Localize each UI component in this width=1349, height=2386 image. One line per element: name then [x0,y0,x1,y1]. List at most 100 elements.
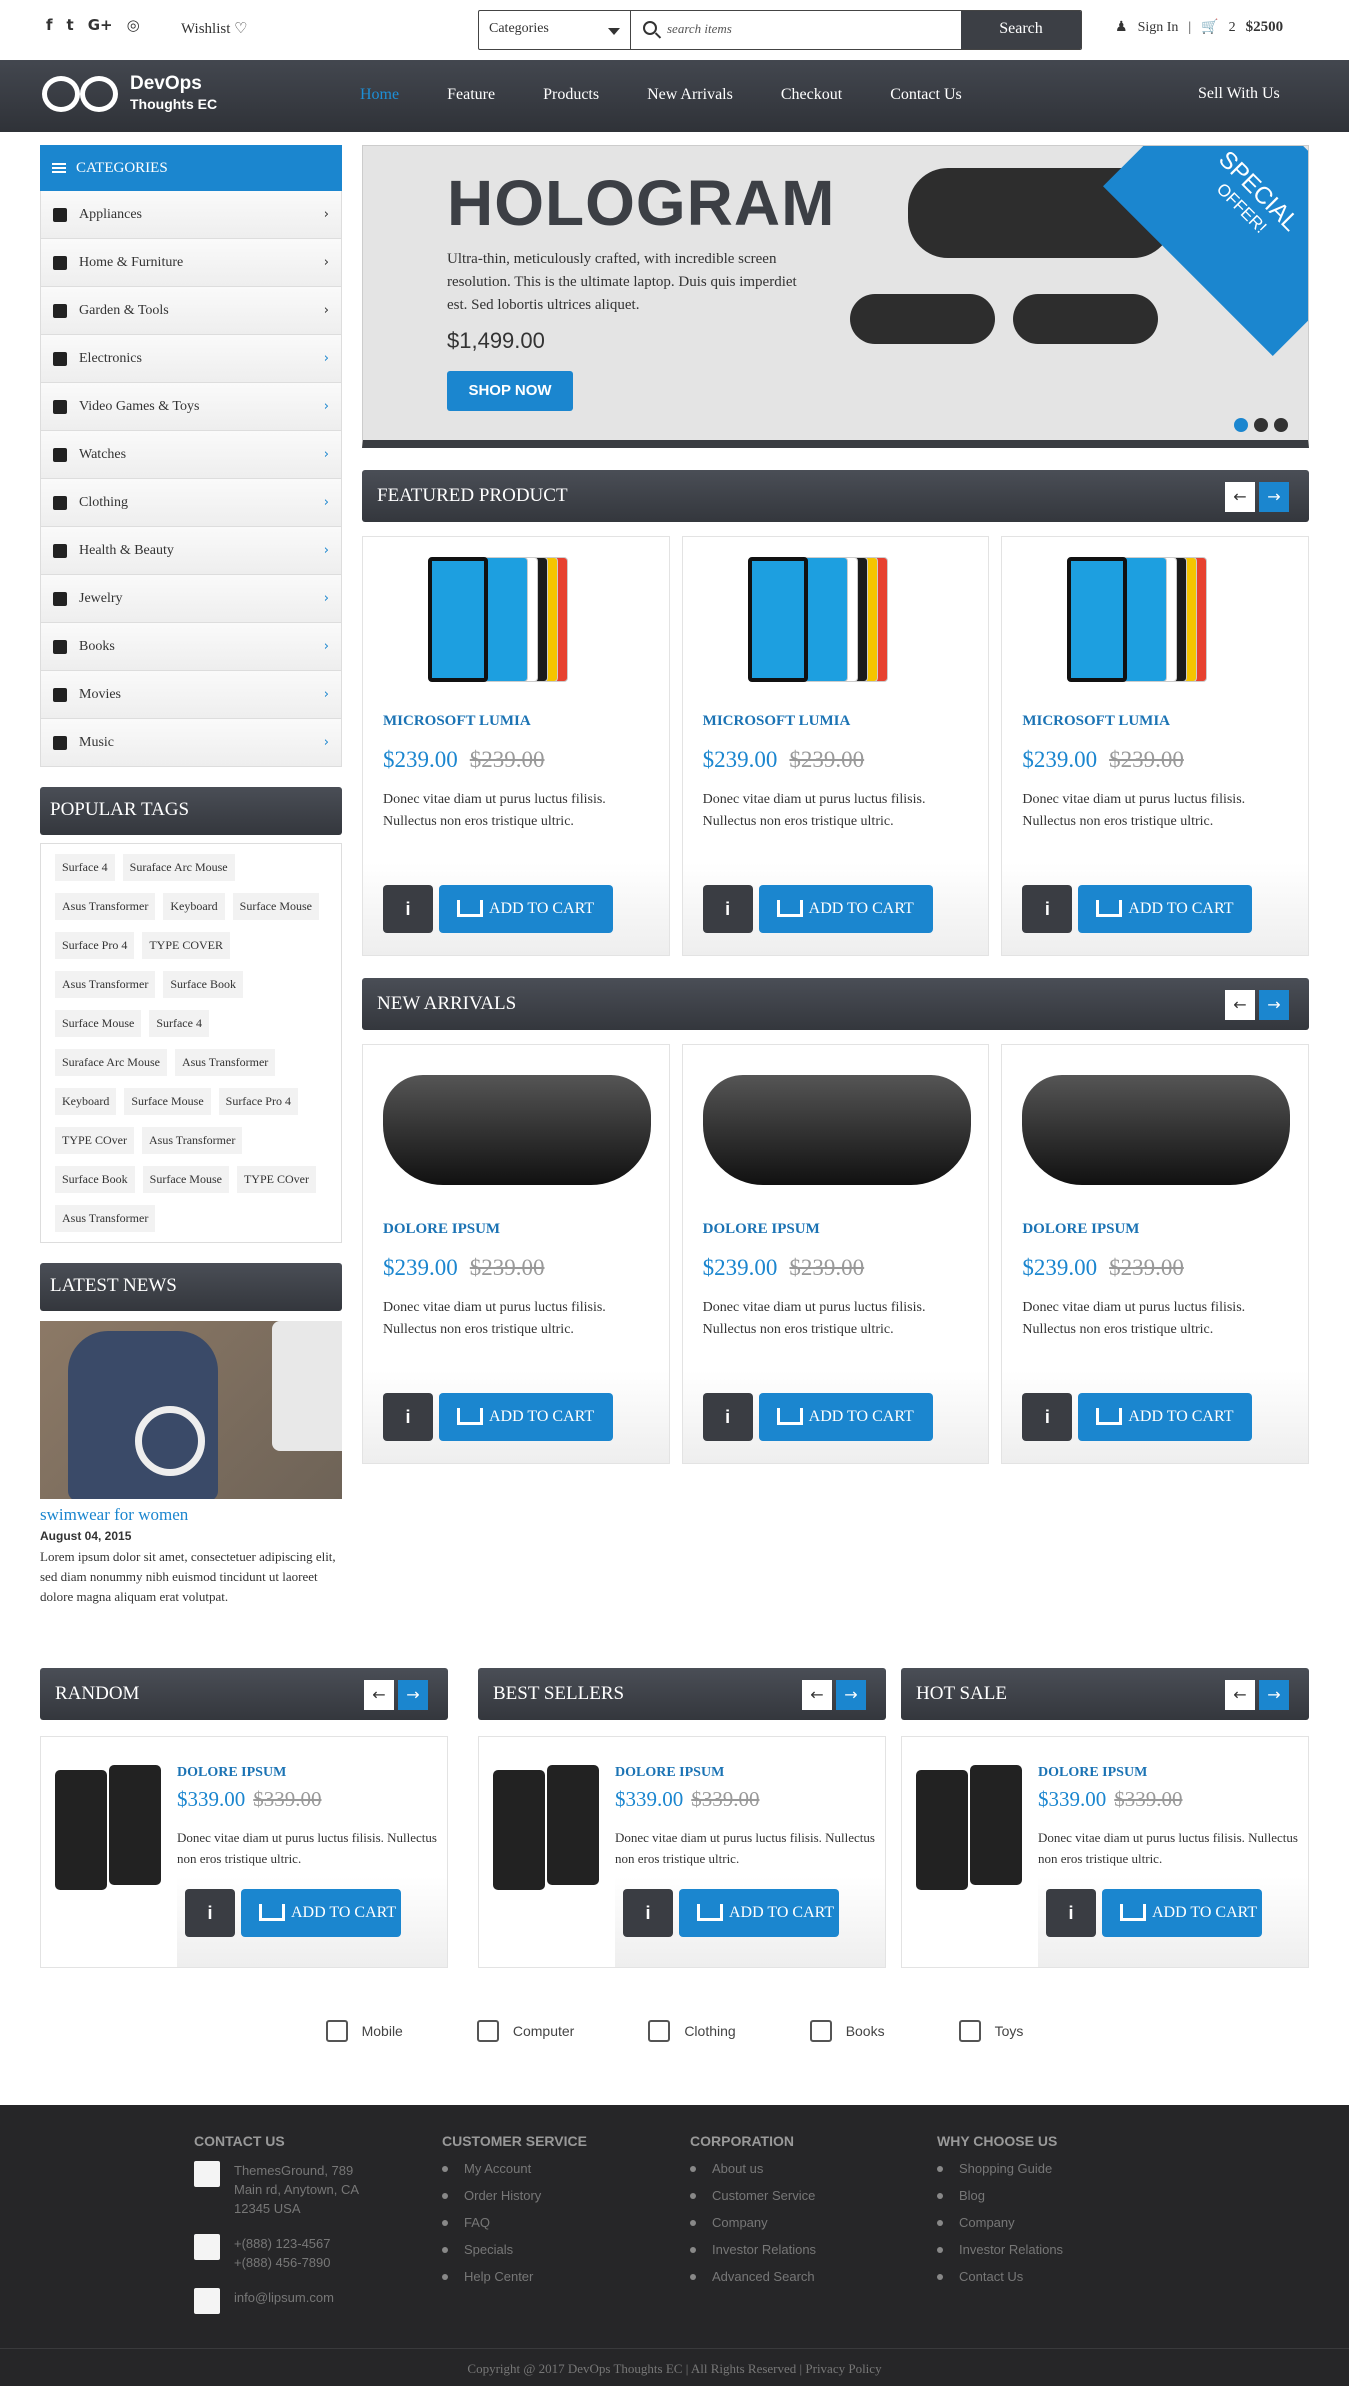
slider-dot[interactable] [1254,418,1268,432]
tag[interactable]: TYPE COVER [142,932,230,959]
category-item[interactable]: Video Games & Toys › [40,383,342,431]
category-item[interactable]: Appliances › [40,191,342,239]
product-image[interactable] [683,1045,989,1221]
footer-link[interactable]: Investor Relations [937,2242,1063,2257]
news-image[interactable] [40,1321,342,1499]
prev-arrow[interactable]: ← [1225,482,1255,512]
next-arrow[interactable]: → [1259,990,1289,1020]
product-name[interactable]: MICROSOFT LUMIA [383,713,531,730]
footer-link[interactable]: My Account [442,2161,587,2176]
product-name[interactable]: DOLORE IPSUM [703,1221,820,1238]
tag[interactable]: Keyboard [55,1088,117,1115]
category-item[interactable]: Watches › [40,431,342,479]
footer-link[interactable]: Company [937,2215,1063,2230]
tag[interactable]: Surface Book [163,971,243,998]
tag[interactable]: Surface 4 [55,854,115,881]
sign-in-link[interactable]: Sign In [1138,20,1179,36]
product-name[interactable]: DOLORE IPSUM [383,1221,500,1238]
slider-dot[interactable] [1274,418,1288,432]
tag[interactable]: Surface Mouse [124,1088,211,1115]
footer-link[interactable]: About us [690,2161,816,2176]
info-button[interactable]: i [383,885,433,933]
info-button[interactable]: i [702,885,753,933]
nav-products[interactable]: Products [543,86,599,104]
news-title[interactable]: swimwear for women [40,1505,342,1525]
add-to-cart-button[interactable]: ADD TO CART [758,885,933,933]
product-image[interactable] [1002,537,1308,713]
tag[interactable]: Surface Pro 4 [218,1088,298,1115]
tag[interactable]: Asus Transformer [55,893,156,920]
product-name[interactable]: DOLORE IPSUM [615,1765,724,1781]
product-name[interactable]: MICROSOFT LUMIA [1022,713,1170,730]
bottom-category-mobile[interactable]: Mobile [325,2020,403,2042]
logo[interactable]: DevOps Thoughts EC [40,74,217,114]
info-button[interactable]: i [1046,1889,1096,1937]
prev-arrow[interactable]: ← [364,1680,394,1710]
add-to-cart-button[interactable]: ADD TO CART [1102,1889,1262,1937]
footer-link[interactable]: Investor Relations [690,2242,816,2257]
bottom-category-clothing[interactable]: Clothing [648,2020,736,2042]
phone-image[interactable] [916,1765,1024,1890]
search-input[interactable]: search items [631,11,961,49]
tag[interactable]: Asus Transformer [55,971,156,998]
bottom-category-computer[interactable]: Computer [476,2020,574,2042]
category-item[interactable]: Garden & Tools › [40,287,342,335]
footer-link[interactable]: Customer Service [690,2188,816,2203]
footer-link[interactable]: Advanced Search [690,2269,816,2284]
instagram-icon[interactable]: ◎ [127,16,140,34]
info-button[interactable]: i [383,1393,433,1441]
footer-link[interactable]: Help Center [442,2269,587,2284]
product-image[interactable] [683,537,989,713]
next-arrow[interactable]: → [836,1680,866,1710]
add-to-cart-button[interactable]: ADD TO CART [679,1889,839,1937]
shop-now-button[interactable]: SHOP NOW [447,371,573,411]
category-item[interactable]: Music › [40,719,342,767]
nav-new-arrivals[interactable]: New Arrivals [647,86,733,104]
add-to-cart-button[interactable]: ADD TO CART [439,885,613,933]
category-item[interactable]: Health & Beauty › [40,527,342,575]
footer-link[interactable]: Contact Us [937,2269,1063,2284]
tag[interactable]: Asus Transformer [55,1205,156,1232]
tag[interactable]: Asus Transformer [174,1049,276,1076]
nav-contact[interactable]: Contact Us [890,86,962,104]
bottom-category-books[interactable]: Books [809,2020,885,2042]
nav-home[interactable]: Home [360,86,399,104]
product-name[interactable]: DOLORE IPSUM [1038,1765,1147,1781]
prev-arrow[interactable]: ← [1225,990,1255,1020]
add-to-cart-button[interactable]: ADD TO CART [241,1889,401,1937]
category-item[interactable]: Movies › [40,671,342,719]
tag[interactable]: TYPE COver [236,1166,316,1193]
info-button[interactable]: i [623,1889,673,1937]
next-arrow[interactable]: → [1259,1680,1289,1710]
tag[interactable]: Surface Mouse [232,893,319,920]
category-item[interactable]: Clothing › [40,479,342,527]
info-button[interactable]: i [702,1393,753,1441]
next-arrow[interactable]: → [1259,482,1289,512]
phone-image[interactable] [55,1765,163,1890]
bottom-category-toys[interactable]: Toys [958,2020,1023,2042]
tag[interactable]: TYPE COver [55,1127,134,1154]
add-to-cart-button[interactable]: ADD TO CART [1078,1393,1253,1441]
product-name[interactable]: DOLORE IPSUM [177,1765,286,1781]
tag[interactable]: Asus Transformer [142,1127,243,1154]
categories-header[interactable]: CATEGORIES [40,145,342,191]
google-plus-icon[interactable]: G+ [88,16,113,34]
next-arrow[interactable]: → [398,1680,428,1710]
footer-link[interactable]: Shopping Guide [937,2161,1063,2176]
tag[interactable]: Surface 4 [149,1010,209,1037]
category-select[interactable]: Categories [479,11,631,49]
tag[interactable]: Suraface Arc Mouse [55,1049,167,1076]
info-button[interactable]: i [1022,885,1073,933]
tag[interactable]: Surface Mouse [142,1166,229,1193]
sell-with-us-link[interactable]: Sell With Us [1198,85,1280,103]
twitter-icon[interactable]: t [67,16,74,34]
info-button[interactable]: i [1022,1393,1073,1441]
search-button[interactable]: Search [961,11,1081,49]
product-image[interactable] [1002,1045,1308,1221]
add-to-cart-button[interactable]: ADD TO CART [1078,885,1253,933]
category-item[interactable]: Electronics › [40,335,342,383]
tag[interactable]: Keyboard [163,893,225,920]
prev-arrow[interactable]: ← [1225,1680,1255,1710]
footer-link[interactable]: FAQ [442,2215,587,2230]
prev-arrow[interactable]: ← [802,1680,832,1710]
